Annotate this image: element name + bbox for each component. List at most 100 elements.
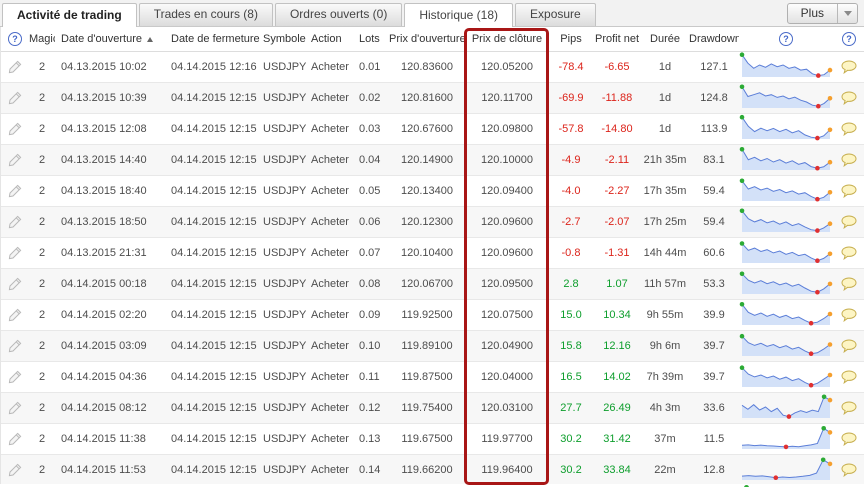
comment-bubble-icon[interactable] [841,184,857,198]
comment-bubble-icon[interactable] [841,122,857,136]
edit-note-icon[interactable] [8,122,22,136]
close-date-cell: 04.14.2015 12:15 [165,309,261,321]
comment-bubble-icon[interactable] [841,339,857,353]
symbol-cell: USDJPY [261,123,311,135]
plus-dropdown-button[interactable]: Plus [787,3,858,24]
header-pips[interactable]: Pips [549,33,593,45]
help-icon[interactable]: ? [842,32,856,46]
help-icon[interactable]: ? [779,32,793,46]
symbol-link[interactable]: USDJPY [263,433,306,445]
pips-cell: 15.0 [549,309,593,321]
comment-bubble-icon[interactable] [841,277,857,291]
edit-note-icon[interactable] [8,308,22,322]
symbol-link[interactable]: USDJPY [263,61,306,73]
header-close-date[interactable]: Date de fermeture [165,33,261,45]
duration-cell: 11h 57m [641,278,689,290]
help-icon[interactable]: ? [8,32,22,46]
profit-net-cell: 26.49 [593,402,641,414]
action-cell: Acheter [311,464,355,476]
symbol-link[interactable]: USDJPY [263,371,306,383]
comment-bubble-icon[interactable] [841,246,857,260]
comment-bubble-icon[interactable] [841,370,857,384]
symbol-link[interactable]: USDJPY [263,464,306,476]
symbol-cell: USDJPY [261,247,311,259]
close-price-cell: 120.09400 [465,185,549,197]
drawdown-cell: 53.3 [689,278,739,290]
header-symbol[interactable]: Symbole [261,33,311,45]
symbol-link[interactable]: USDJPY [263,154,306,166]
header-drawdown[interactable]: Drawdown [689,33,739,45]
drawdown-cell: 59.4 [689,185,739,197]
edit-note-icon[interactable] [8,246,22,260]
tab-historique[interactable]: Historique (18) [404,3,513,27]
duration-cell: 1d [641,123,689,135]
header-lots[interactable]: Lots [355,33,389,45]
edit-note-icon[interactable] [8,215,22,229]
symbol-link[interactable]: USDJPY [263,247,306,259]
lots-cell: 0.07 [355,247,389,259]
drawdown-cell: 113.9 [689,123,739,135]
edit-note-icon[interactable] [8,370,22,384]
lots-cell: 0.09 [355,309,389,321]
open-price-cell: 120.81600 [389,92,465,104]
header-close-price[interactable]: Prix de clôture [465,33,549,45]
close-date-cell: 04.14.2015 12:15 [165,247,261,259]
comment-bubble-icon[interactable] [841,432,857,446]
header-duration[interactable]: Durée [641,33,689,45]
symbol-cell: USDJPY [261,61,311,73]
symbol-cell: USDJPY [261,340,311,352]
table-row: 2 04.13.2015 14:40 04.14.2015 12:15 USDJ… [1,145,864,176]
symbol-link[interactable]: USDJPY [263,123,306,135]
pips-cell: 30.2 [549,433,593,445]
edit-note-icon[interactable] [8,184,22,198]
profit-net-cell: 10.34 [593,309,641,321]
drawdown-cell: 83.1 [689,154,739,166]
open-price-cell: 120.83600 [389,61,465,73]
magic-cell: 2 [29,371,55,383]
open-date-cell: 04.13.2015 18:40 [55,185,165,197]
symbol-link[interactable]: USDJPY [263,309,306,321]
pips-cell: 2.8 [549,278,593,290]
comment-bubble-icon[interactable] [841,308,857,322]
comment-bubble-icon[interactable] [841,153,857,167]
magic-cell: 2 [29,464,55,476]
tab-trades-en-cours[interactable]: Trades en cours (8) [139,3,273,26]
edit-note-icon[interactable] [8,432,22,446]
comment-bubble-icon[interactable] [841,91,857,105]
close-price-cell: 119.97700 [465,433,549,445]
tab-activite-de-trading[interactable]: Activité de trading [2,3,137,27]
symbol-link[interactable]: USDJPY [263,92,306,104]
comment-bubble-icon[interactable] [841,401,857,415]
edit-note-icon[interactable] [8,277,22,291]
duration-cell: 9h 55m [641,309,689,321]
comment-bubble-icon[interactable] [841,60,857,74]
symbol-link[interactable]: USDJPY [263,185,306,197]
action-cell: Acheter [311,216,355,228]
trade-sparkline [739,455,833,485]
chevron-down-icon[interactable] [837,4,857,23]
open-price-cell: 120.13400 [389,185,465,197]
header-open-price[interactable]: Prix d'ouverture [389,33,465,45]
comment-bubble-icon[interactable] [841,463,857,477]
edit-note-icon[interactable] [8,91,22,105]
symbol-link[interactable]: USDJPY [263,340,306,352]
edit-note-icon[interactable] [8,60,22,74]
edit-note-icon[interactable] [8,153,22,167]
comment-bubble-icon[interactable] [841,215,857,229]
lots-cell: 0.06 [355,216,389,228]
header-action[interactable]: Action [311,33,355,45]
edit-note-icon[interactable] [8,401,22,415]
magic-cell: 2 [29,309,55,321]
tab-ordres-ouverts[interactable]: Ordres ouverts (0) [275,3,402,26]
trade-sparkline [739,83,833,113]
symbol-link[interactable]: USDJPY [263,278,306,290]
symbol-link[interactable]: USDJPY [263,402,306,414]
header-magic[interactable]: Magic [29,33,55,45]
header-open-date[interactable]: Date d'ouverture [55,33,165,45]
header-profit-net[interactable]: Profit net [593,33,641,45]
symbol-link[interactable]: USDJPY [263,216,306,228]
edit-note-icon[interactable] [8,463,22,477]
open-price-cell: 120.10400 [389,247,465,259]
tab-exposure[interactable]: Exposure [515,3,596,26]
edit-note-icon[interactable] [8,339,22,353]
